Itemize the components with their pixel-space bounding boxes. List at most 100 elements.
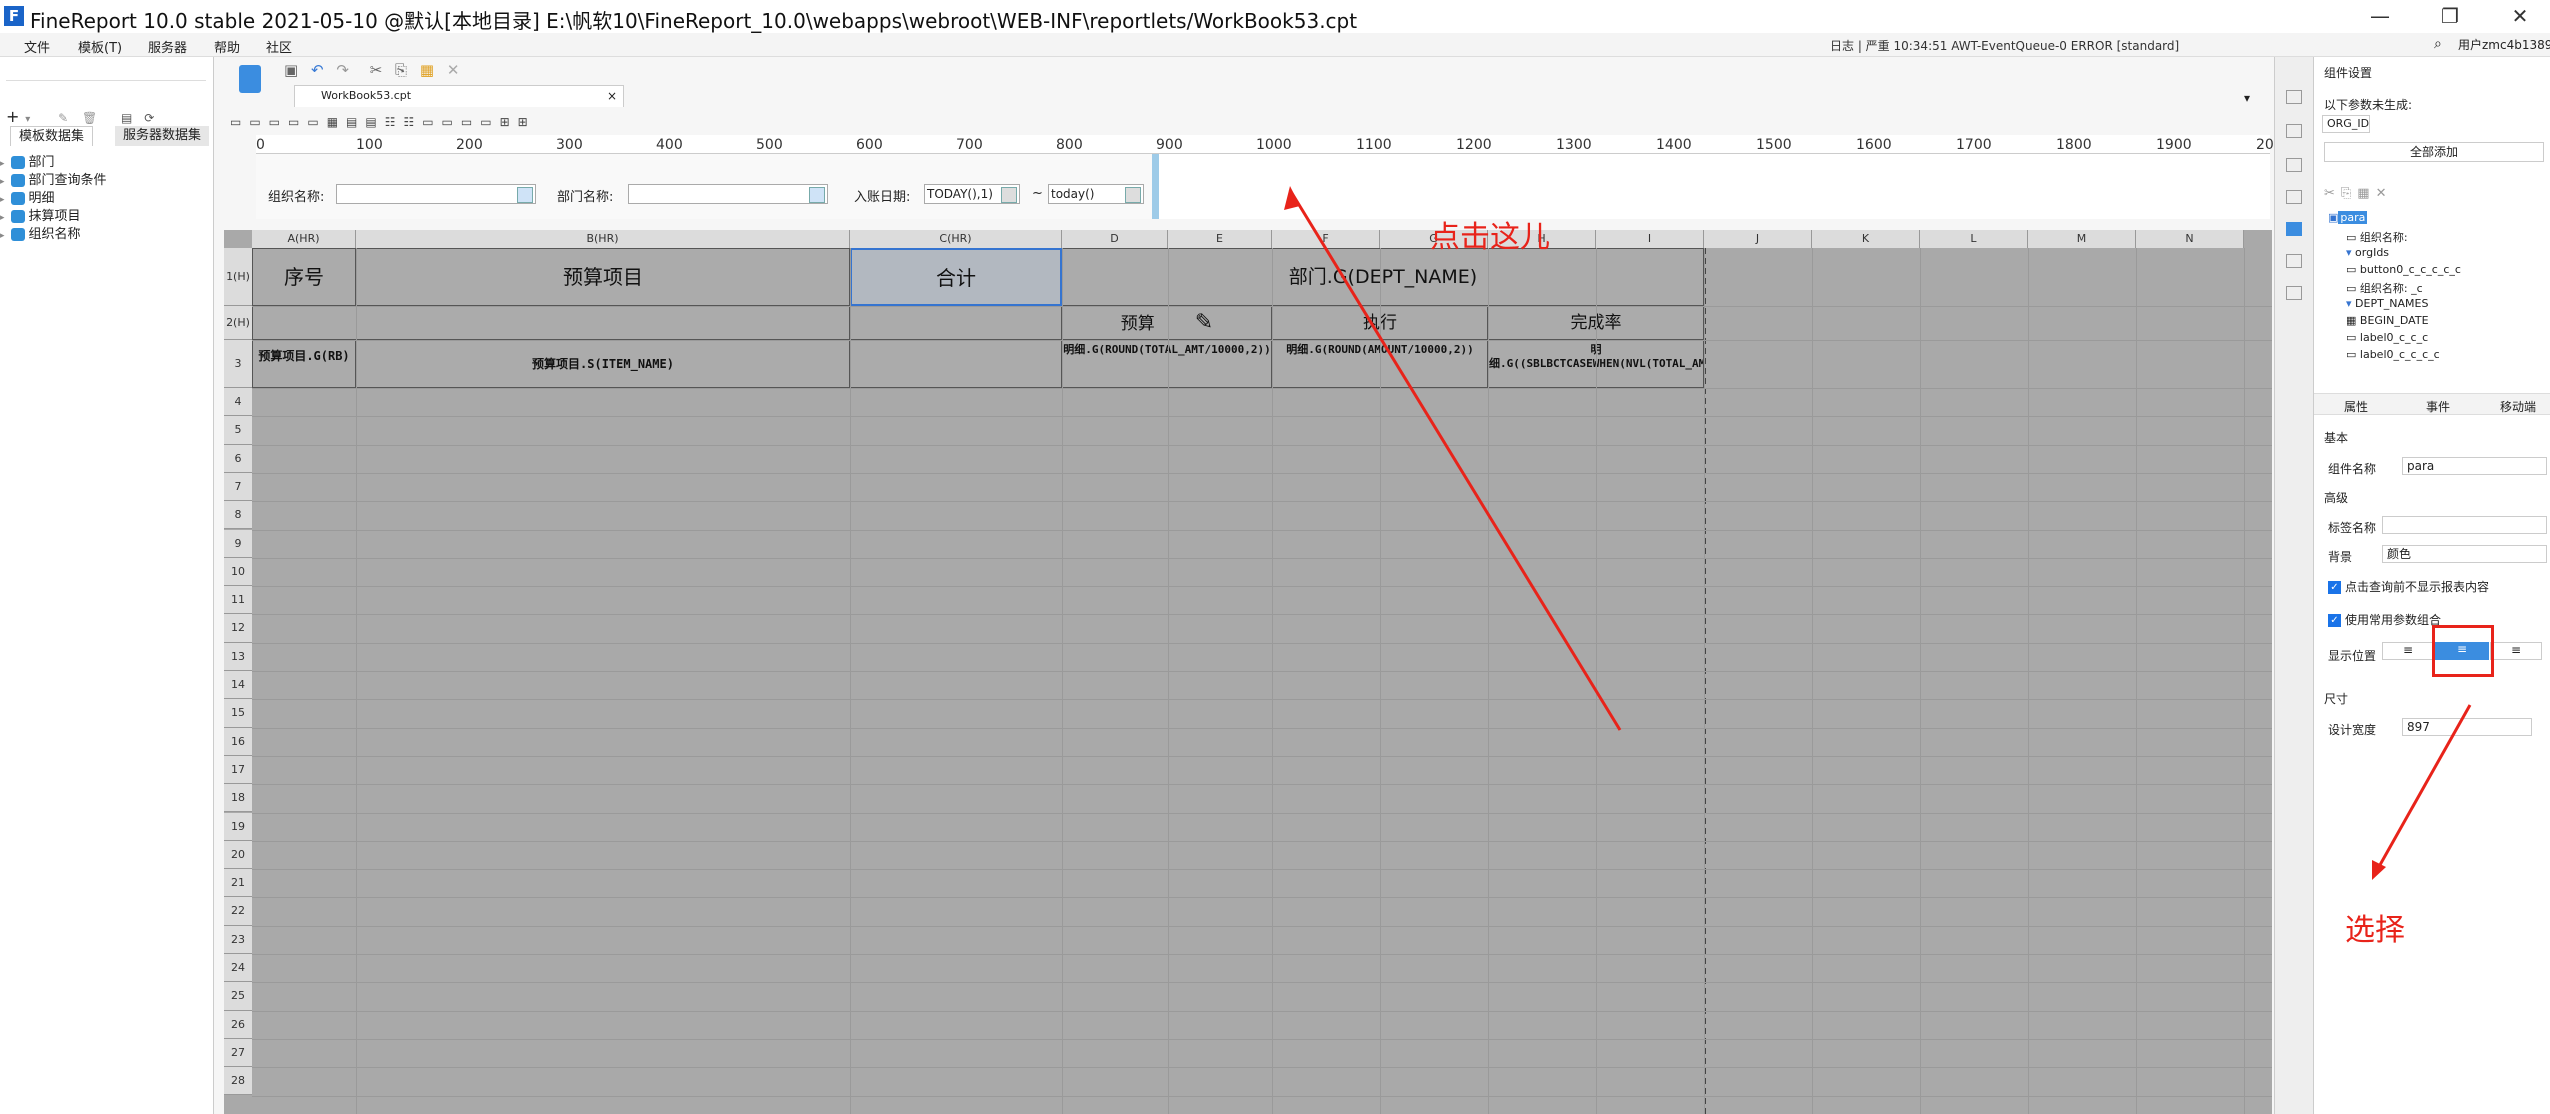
name-input[interactable]: para: [2402, 457, 2547, 475]
widget-settings-icon[interactable]: [2286, 222, 2302, 236]
align-left-button[interactable]: ≡: [2382, 642, 2434, 660]
tab-template-dataset[interactable]: 模板数据集: [10, 126, 94, 146]
minimize-button[interactable]: —: [2355, 2, 2405, 30]
undo-icon[interactable]: ↶: [311, 61, 324, 79]
delete-icon[interactable]: 🗑: [82, 111, 97, 125]
row-header[interactable]: 21: [224, 869, 252, 898]
widget-tree-item[interactable]: ▭ 组织名称:: [2346, 229, 2408, 246]
org-combo[interactable]: [336, 184, 536, 204]
row-header[interactable]: 6: [224, 444, 252, 473]
row-header[interactable]: 10: [224, 557, 252, 587]
row-header[interactable]: 26: [224, 1010, 252, 1039]
section-advanced[interactable]: 高级: [2324, 489, 2348, 506]
tag-input[interactable]: [2382, 516, 2547, 534]
menu-community[interactable]: 社区: [266, 37, 292, 56]
clear-icon[interactable]: ✕: [447, 61, 460, 79]
checkbox-hide-before-query[interactable]: ✓ 点击查询前不显示报表内容: [2328, 578, 2489, 595]
parameter-pane[interactable]: 组织名称: 部门名称: 入账日期: TODAY(),1) ~ today(): [256, 154, 2270, 219]
hyperlink-icon[interactable]: [2286, 286, 2302, 300]
redo-icon[interactable]: ↷: [336, 61, 349, 79]
bg-select[interactable]: 颜色: [2382, 545, 2547, 563]
tab-properties[interactable]: 属性: [2344, 398, 2368, 415]
column-header[interactable]: L: [1920, 230, 2028, 248]
row-header[interactable]: 11: [224, 586, 252, 615]
cell-total[interactable]: 合计: [850, 248, 1062, 306]
tab-server-dataset[interactable]: 服务器数据集: [115, 126, 210, 146]
widget-tree-item[interactable]: ▾ orgIds: [2346, 246, 2389, 263]
row-header[interactable]: 28: [224, 1067, 252, 1096]
add-all-button[interactable]: 全部添加: [2324, 142, 2544, 162]
pin-icon[interactable]: ▾: [2244, 91, 2250, 105]
checkbox-use-param-combo[interactable]: ✓ 使用常用参数组合: [2328, 611, 2441, 628]
row-header[interactable]: 24: [224, 954, 252, 983]
row-header[interactable]: 22: [224, 897, 252, 926]
dataset-item[interactable]: ▸ 明细: [0, 187, 55, 206]
widget-tree-item[interactable]: ▭ 组织名称: _c: [2346, 280, 2423, 297]
design-mode-icon[interactable]: [239, 65, 261, 93]
save-icon[interactable]: ▣: [284, 61, 298, 79]
restore-button[interactable]: ❐: [2425, 2, 2475, 30]
row-header[interactable]: 4: [224, 388, 252, 417]
dataset-item[interactable]: ▸ 部门查询条件: [0, 169, 107, 188]
dataset-item[interactable]: ▸ 部门: [0, 151, 55, 170]
column-header[interactable]: N: [2136, 230, 2244, 248]
report-grid[interactable]: 序号 预算项目 合计 部门.G(DEPT_NAME) 预算 ✎ 执行 完成率 预算…: [224, 230, 2272, 1114]
cell-c3[interactable]: [850, 340, 1062, 388]
widget-tree-item[interactable]: ▭ label0_c_c_c_c: [2346, 348, 2440, 365]
row-header[interactable]: 2(H): [224, 306, 252, 340]
cut-icon[interactable]: ✂: [370, 61, 383, 79]
column-header[interactable]: C(HR): [850, 230, 1062, 248]
column-header[interactable]: M: [2028, 230, 2136, 248]
user-name[interactable]: 用户zmc4b13898: [2458, 36, 2550, 53]
cell-budget[interactable]: 预算 ✎: [1062, 306, 1272, 340]
resize-handle[interactable]: [1152, 154, 1159, 219]
widget-tree-item[interactable]: ▦ BEGIN_DATE: [2346, 314, 2429, 331]
column-header[interactable]: F: [1272, 230, 1380, 248]
cell-empty-row2[interactable]: [252, 306, 850, 340]
align-right-button[interactable]: ≡: [2490, 642, 2542, 660]
tab-mobile[interactable]: 移动端: [2500, 398, 2536, 415]
condition-icon[interactable]: [2286, 254, 2302, 268]
cell-budget-item[interactable]: 预算项目: [356, 248, 850, 306]
menu-template[interactable]: 模板(T): [78, 37, 122, 56]
row-header[interactable]: 20: [224, 840, 252, 870]
widget-tree-item[interactable]: ▭ button0_c_c_c_c_c: [2346, 263, 2461, 280]
row-header[interactable]: 14: [224, 671, 252, 700]
row-header[interactable]: 7: [224, 472, 252, 502]
dept-combo[interactable]: [628, 184, 828, 204]
row-header[interactable]: 1(H): [224, 248, 252, 306]
row-header[interactable]: 13: [224, 642, 252, 671]
close-tab-icon[interactable]: ×: [607, 86, 617, 106]
row-header[interactable]: 18: [224, 784, 252, 813]
refresh-icon[interactable]: ⟳: [144, 111, 154, 125]
float-icon[interactable]: [2286, 158, 2302, 172]
row-header[interactable]: 27: [224, 1038, 252, 1068]
row-header[interactable]: 25: [224, 982, 252, 1011]
row-header[interactable]: 15: [224, 699, 252, 728]
column-header[interactable]: J: [1704, 230, 1812, 248]
copy-icon[interactable]: ⎘: [395, 61, 407, 79]
cell-empty-c2[interactable]: [850, 306, 1062, 340]
cell-item-select[interactable]: 预算项目.S(ITEM_NAME): [356, 340, 850, 388]
widget-tree-root[interactable]: ▣ para: [2328, 211, 2368, 228]
menu-file[interactable]: 文件: [24, 37, 50, 56]
column-header[interactable]: A(HR): [252, 230, 356, 248]
paste-icon[interactable]: ▦: [420, 61, 434, 79]
row-header[interactable]: 23: [224, 925, 252, 954]
tab-events[interactable]: 事件: [2426, 398, 2450, 415]
row-header[interactable]: 5: [224, 416, 252, 445]
cell-attr-icon[interactable]: [2286, 90, 2302, 104]
widget-tree-item[interactable]: ▾ DEPT_NAMES: [2346, 297, 2428, 314]
row-header[interactable]: 8: [224, 501, 252, 530]
log-status[interactable]: 日志 | 严重 10:34:51 AWT-EventQueue-0 ERROR …: [1830, 37, 2179, 54]
design-width-input[interactable]: 897: [2402, 718, 2532, 736]
edit-icon[interactable]: ✎: [58, 111, 68, 125]
parameter-form[interactable]: 组织名称: 部门名称: 入账日期: TODAY(),1) ~ today(): [256, 154, 1158, 219]
cell-element-icon[interactable]: [2286, 124, 2302, 138]
dataset-item[interactable]: ▸ 抹算项目: [0, 205, 81, 224]
row-header[interactable]: 9: [224, 529, 252, 558]
section-size[interactable]: 尺寸: [2324, 690, 2348, 707]
chevron-down-icon[interactable]: ▾: [25, 114, 30, 125]
add-dataset-icon[interactable]: +: [6, 107, 19, 126]
column-header[interactable]: I: [1596, 230, 1704, 248]
